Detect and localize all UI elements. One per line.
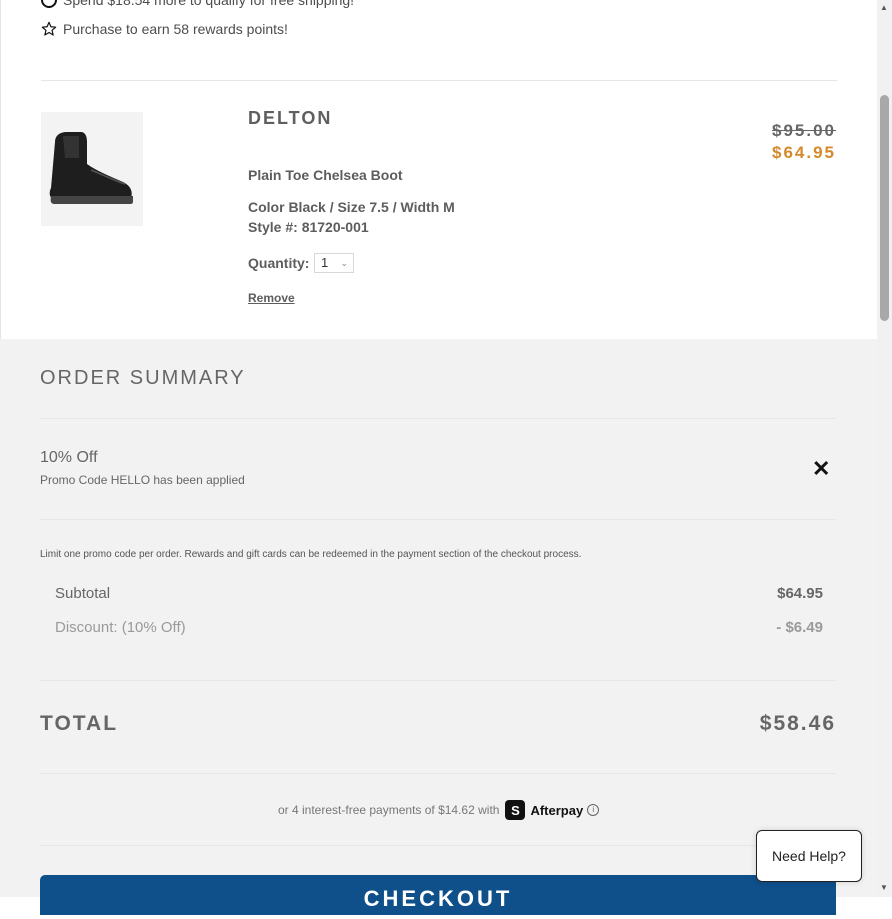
divider [40,418,836,419]
afterpay-message: or 4 interest-free payments of $14.62 wi… [278,800,600,820]
promo-limit-note: Limit one promo code per order. Rewards … [40,549,582,560]
subtotal-value: $64.95 [777,585,823,602]
product-image[interactable] [41,112,143,226]
original-price: $95.00 [772,121,836,140]
scroll-up-arrow-icon[interactable]: ▲ [880,3,888,12]
shipping-notice-text: Spend $18.54 more to qualify for free sh… [63,0,355,8]
quantity-select[interactable]: 1 ⌄ [314,253,354,273]
total-label: TOTAL [40,712,119,735]
afterpay-name: Afterpay [530,802,584,818]
scroll-down-arrow-icon[interactable]: ▼ [880,883,888,892]
remove-promo-close-icon[interactable]: ✕ [812,458,830,480]
remove-link[interactable]: Remove [248,291,295,305]
divider [40,845,836,846]
discount-value: - $6.49 [776,619,823,636]
order-summary: ORDER SUMMARY 10% Off Promo Code HELLO h… [0,339,877,915]
shipping-notice: Spend $18.54 more to qualify for free sh… [41,0,354,8]
boot-image [49,132,133,204]
quantity-value: 1 [321,255,329,270]
product-attributes: Color Black / Size 7.5 / Width M [248,199,455,215]
quantity-label: Quantity: [248,255,310,271]
divider [40,519,836,520]
sale-price: $64.95 [772,143,836,162]
chevron-down-icon: ⌄ [340,258,348,268]
divider [40,680,836,681]
need-help-button[interactable]: Need Help? [756,830,862,882]
discount-label: Discount: (10% Off) [55,619,186,636]
divider [40,773,836,774]
rewards-notice-text: Purchase to earn 58 rewards points! [63,21,288,37]
checkout-button[interactable]: CHECKOUT [40,875,836,915]
divider [41,80,837,81]
promo-applied-text: Promo Code HELLO has been applied [40,473,245,487]
rewards-notice: Purchase to earn 58 rewards points! [41,21,288,37]
afterpay-logo-icon: S [505,800,526,820]
order-summary-title: ORDER SUMMARY [40,367,246,389]
afterpay-text: or 4 interest-free payments of $14.62 wi… [278,803,500,817]
total-value: $58.46 [759,712,836,735]
subtotal-label: Subtotal [55,585,111,602]
product-name[interactable]: Plain Toe Chelsea Boot [248,167,403,183]
promo-title: 10% Off [40,449,98,466]
product-style-number: Style #: 81720-001 [248,219,369,235]
cart-page: Spend $18.54 more to qualify for free sh… [0,0,877,915]
progress-circle-icon [41,0,57,8]
info-icon[interactable]: i [587,804,600,816]
star-icon [41,21,57,37]
cart-item-section: Spend $18.54 more to qualify for free sh… [0,0,877,339]
product-brand[interactable]: DELTON [248,108,332,129]
scrollbar-thumb[interactable] [880,95,889,321]
